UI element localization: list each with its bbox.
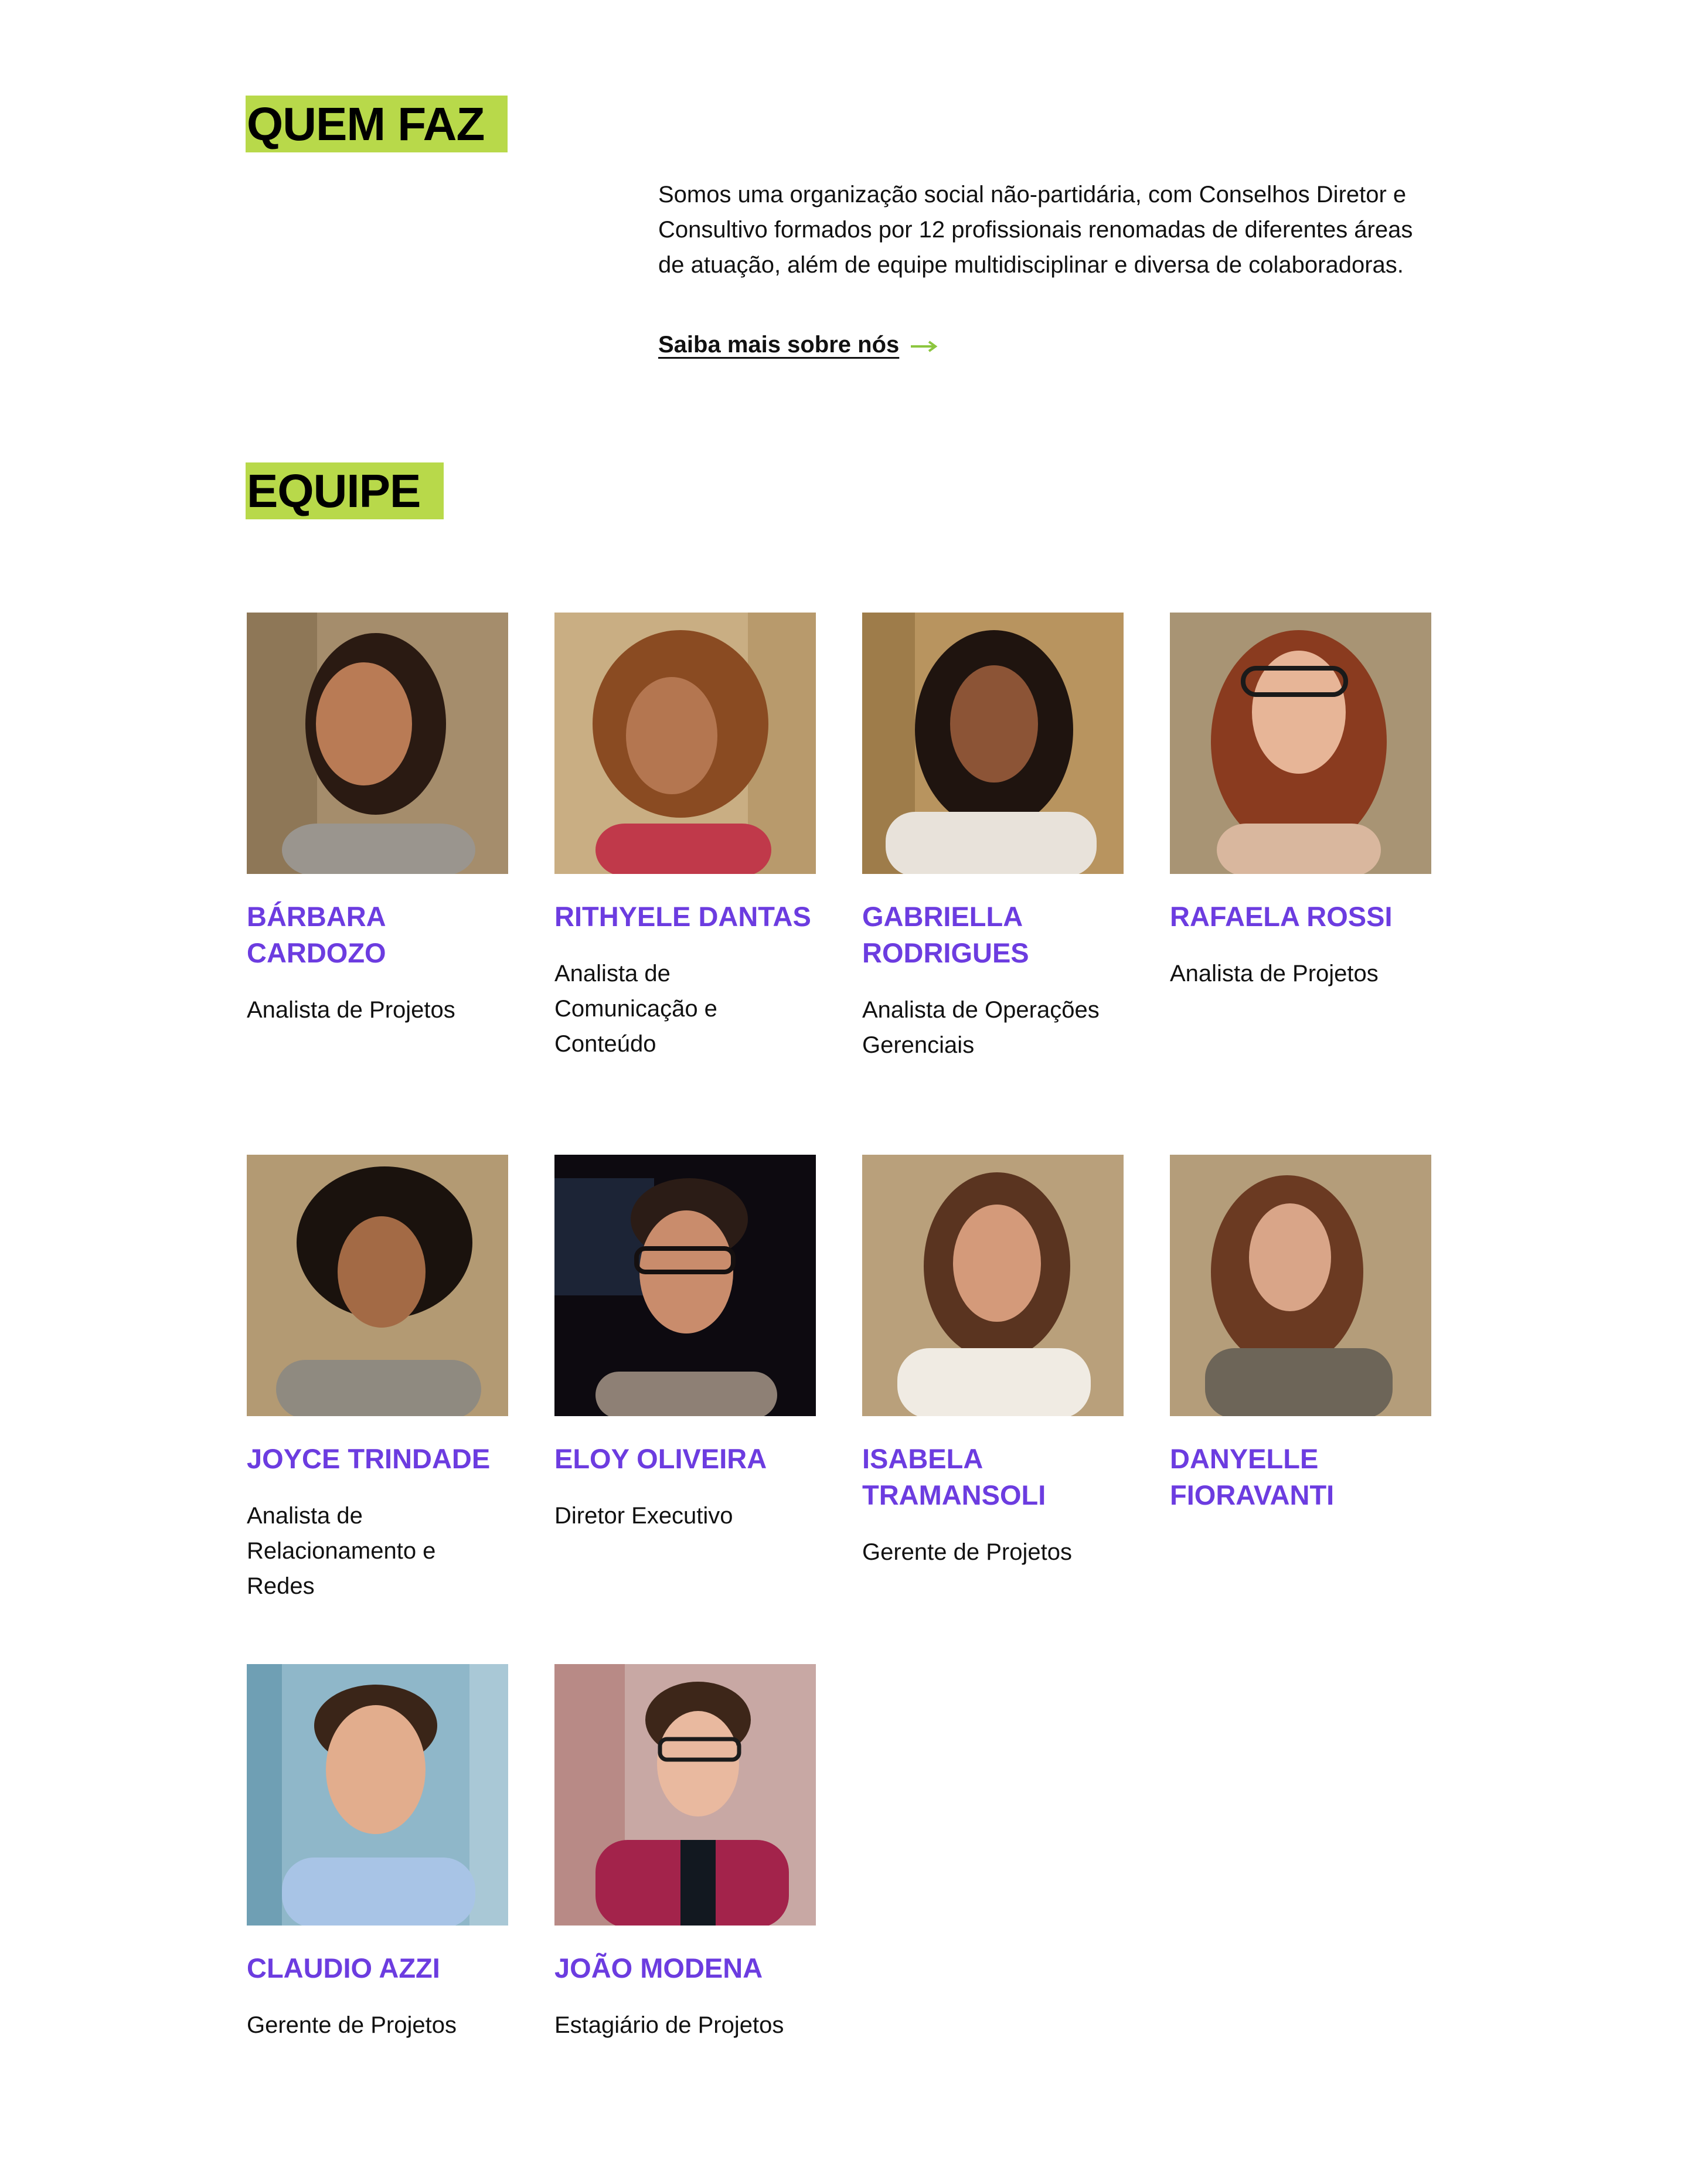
team-member-card: BÁRBARA CARDOZO Analista de Projetos <box>247 613 508 1028</box>
member-photo <box>247 1155 508 1416</box>
team-member-card: GABRIELLA RODRIGUES Analista de Operaçõe… <box>862 613 1124 1063</box>
who-description: Somos uma organização social não-partidá… <box>658 182 1413 278</box>
member-name: ELOY OLIVEIRA <box>554 1443 767 1474</box>
team-section-title: EQUIPE <box>246 462 444 519</box>
member-name: BÁRBARA CARDOZO <box>247 901 386 968</box>
page: QUEM FAZ Somos uma organização social nã… <box>0 0 1688 2184</box>
member-name: GABRIELLA RODRIGUES <box>862 901 1029 968</box>
member-name: JOÃO MODENA <box>554 1952 763 1984</box>
member-photo <box>247 1664 508 1926</box>
member-name: RITHYELE DANTAS <box>554 901 811 932</box>
member-role: Estagiário de Projetos <box>554 2012 784 2038</box>
member-role: Diretor Executivo <box>554 1503 733 1529</box>
member-role: Gerente de Projetos <box>247 2012 457 2038</box>
team-member-card: RITHYELE DANTAS Analista de Comunicação … <box>554 613 816 1062</box>
member-role: Analista de Operações Gerenciais <box>862 997 1100 1058</box>
team-member-card: DANYELLE FIORAVANTI <box>1170 1155 1431 1535</box>
member-name: ISABELA TRAMANSOLI <box>862 1443 1046 1511</box>
member-photo <box>554 1664 816 1926</box>
team-member-card: JOÃO MODENA Estagiário de Projetos <box>554 1664 816 2043</box>
team-member-card: ISABELA TRAMANSOLI Gerente de Projetos <box>862 1155 1124 1570</box>
member-name: DANYELLE FIORAVANTI <box>1170 1443 1335 1511</box>
arrow-right-icon <box>911 332 938 358</box>
member-photo <box>1170 1155 1431 1416</box>
member-photo <box>554 613 816 874</box>
member-name: RAFAELA ROSSI <box>1170 901 1393 932</box>
member-name: CLAUDIO AZZI <box>247 1952 440 1984</box>
who-section-title: QUEM FAZ <box>246 96 508 152</box>
team-member-card: ELOY OLIVEIRA Diretor Executivo <box>554 1155 816 1533</box>
member-role: Analista de Relacionamento e Redes <box>247 1503 436 1599</box>
member-role: Analista de Comunicação e Conteúdo <box>554 961 717 1057</box>
member-role: Analista de Projetos <box>247 997 455 1023</box>
about-us-link[interactable]: Saiba mais sobre nós <box>658 332 938 358</box>
member-photo <box>554 1155 816 1416</box>
member-name: JOYCE TRINDADE <box>247 1443 491 1474</box>
team-member-card: CLAUDIO AZZI Gerente de Projetos <box>247 1664 508 2043</box>
team-member-card: RAFAELA ROSSI Analista de Projetos <box>1170 613 1431 991</box>
member-photo <box>862 613 1124 874</box>
member-photo <box>1170 613 1431 874</box>
member-role: Gerente de Projetos <box>862 1539 1072 1565</box>
member-photo <box>862 1155 1124 1416</box>
team-member-card: JOYCE TRINDADE Analista de Relacionament… <box>247 1155 508 1604</box>
about-us-link-label: Saiba mais sobre nós <box>658 332 900 358</box>
member-photo <box>247 613 508 874</box>
member-role: Analista de Projetos <box>1170 961 1379 986</box>
